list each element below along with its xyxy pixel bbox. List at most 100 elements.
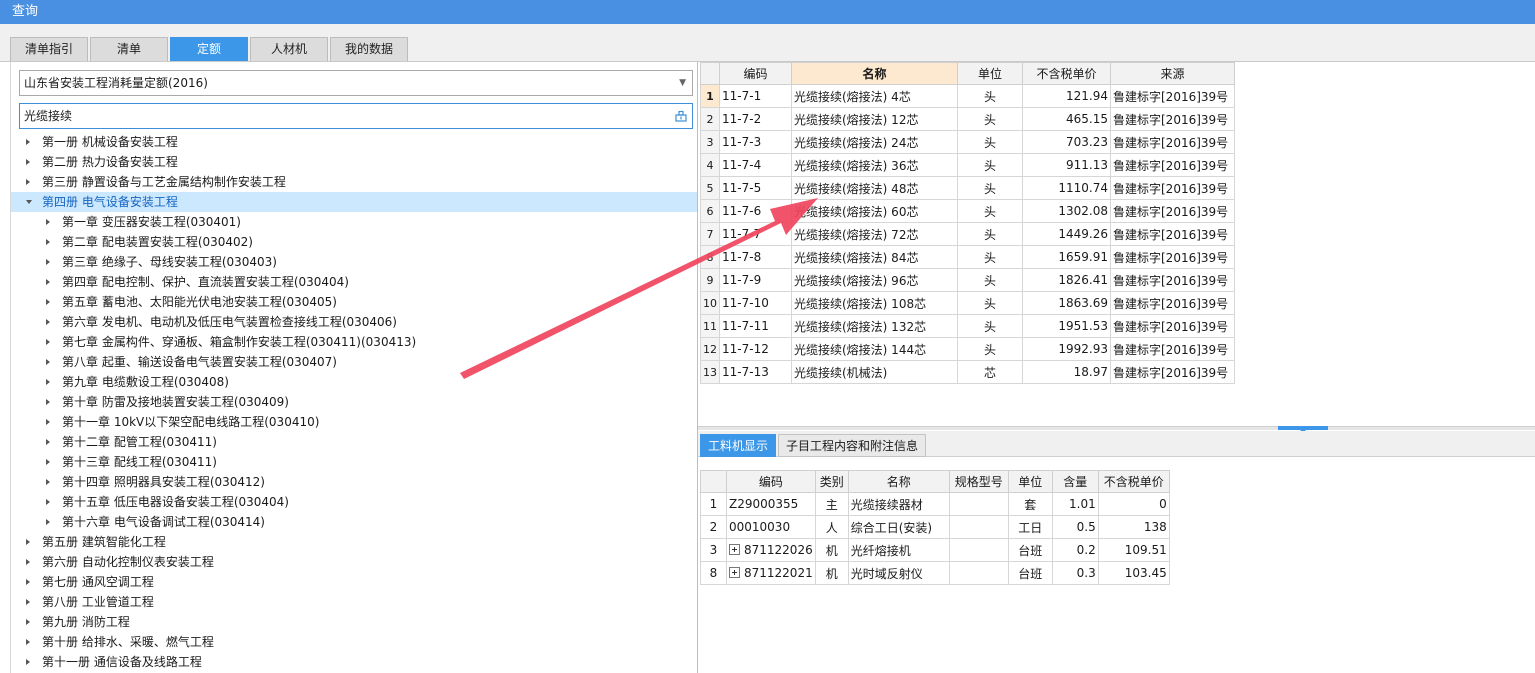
caret-right-icon[interactable] <box>46 399 50 405</box>
caret-right-icon[interactable] <box>46 439 50 445</box>
caret-right-icon[interactable] <box>26 159 30 165</box>
row-number[interactable]: 9 <box>700 268 720 292</box>
quota-source[interactable]: 鲁建标字[2016]39号 <box>1110 337 1235 361</box>
row-number[interactable]: 2 <box>700 107 720 131</box>
quota-code[interactable]: 11-7-6 <box>719 199 792 223</box>
tree-node[interactable]: 第十三章 配线工程(030411) <box>11 452 697 472</box>
row-number[interactable]: 10 <box>700 291 720 315</box>
material-price[interactable]: 0 <box>1097 492 1170 516</box>
tree-node[interactable]: 第三章 绝缘子、母线安装工程(030403) <box>11 252 697 272</box>
quota-code[interactable]: 11-7-4 <box>719 153 792 177</box>
tree-node[interactable]: 第十一章 10kV以下架空配电线路工程(030410) <box>11 412 697 432</box>
caret-right-icon[interactable] <box>46 359 50 365</box>
tree-node[interactable]: 第九册 消防工程 <box>11 612 697 632</box>
quota-code[interactable]: 11-7-10 <box>719 291 792 315</box>
quota-unit[interactable]: 头 <box>957 268 1023 292</box>
tree-node[interactable]: 第一章 变压器安装工程(030401) <box>11 212 697 232</box>
col-header-unit[interactable]: 单位 <box>1007 470 1053 493</box>
quota-unit[interactable]: 头 <box>957 130 1023 154</box>
col-header-unit[interactable]: 单位 <box>957 62 1023 85</box>
quota-source[interactable]: 鲁建标字[2016]39号 <box>1110 153 1235 177</box>
caret-right-icon[interactable] <box>26 619 30 625</box>
tab-bill-guide[interactable]: 清单指引 <box>10 37 88 61</box>
row-number[interactable]: 2 <box>700 515 727 539</box>
quota-unit[interactable]: 头 <box>957 314 1023 338</box>
row-number[interactable]: 6 <box>700 199 720 223</box>
col-header-type[interactable]: 类别 <box>814 470 849 493</box>
quota-name[interactable]: 光缆接续(熔接法) 12芯 <box>791 107 958 131</box>
material-type[interactable]: 机 <box>814 561 849 585</box>
quota-code[interactable]: 11-7-2 <box>719 107 792 131</box>
tree-node[interactable]: 第二册 热力设备安装工程 <box>11 152 697 172</box>
table-row[interactable]: 3 11-7-3 光缆接续(熔接法) 24芯头 703.23 鲁建标字[2016]39号 <box>700 130 1235 154</box>
quota-source[interactable]: 鲁建标字[2016]39号 <box>1110 84 1235 108</box>
material-unit[interactable]: 套 <box>1007 492 1053 516</box>
quota-unit[interactable]: 头 <box>957 199 1023 223</box>
table-row[interactable]: 4 11-7-4 光缆接续(熔接法) 36芯头 911.13 鲁建标字[2016]39号 <box>700 153 1235 177</box>
quota-price[interactable]: 1659.91 <box>1022 245 1111 269</box>
material-spec[interactable] <box>948 538 1009 562</box>
caret-right-icon[interactable] <box>46 519 50 525</box>
material-quantity[interactable]: 0.3 <box>1051 561 1099 585</box>
material-type[interactable]: 主 <box>814 492 849 516</box>
caret-right-icon[interactable] <box>26 559 30 565</box>
caret-right-icon[interactable] <box>46 259 50 265</box>
material-spec[interactable] <box>948 561 1009 585</box>
material-quantity[interactable]: 0.2 <box>1051 538 1099 562</box>
quota-price[interactable]: 703.23 <box>1022 130 1111 154</box>
material-price[interactable]: 109.51 <box>1097 538 1170 562</box>
row-number[interactable]: 7 <box>700 222 720 246</box>
table-row[interactable]: 11 11-7-11 光缆接续(熔接法) 132芯头 1951.53 鲁建标字[2016… <box>700 314 1235 338</box>
tree-node[interactable]: 第七册 通风空调工程 <box>11 572 697 592</box>
col-header-quantity[interactable]: 含量 <box>1051 470 1099 493</box>
tree-node[interactable]: 第四册 电气设备安装工程 <box>11 192 697 212</box>
tab-material-display[interactable]: 工料机显示 <box>700 434 776 457</box>
caret-right-icon[interactable] <box>26 579 30 585</box>
quota-name[interactable]: 光缆接续(熔接法) 24芯 <box>791 130 958 154</box>
table-row[interactable]: 9 11-7-9 光缆接续(熔接法) 96芯头 1826.41 鲁建标字[2016]39… <box>700 268 1235 292</box>
quota-price[interactable]: 1992.93 <box>1022 337 1111 361</box>
table-row[interactable]: 6 11-7-6 光缆接续(熔接法) 60芯头 1302.08 鲁建标字[2016]39… <box>700 199 1235 223</box>
row-number[interactable]: 1 <box>700 84 720 108</box>
table-row[interactable]: 1 Z29000355 主光缆接续器材 套 1.01 0 <box>700 492 1170 516</box>
tree-node[interactable]: 第十六章 电气设备调试工程(030414) <box>11 512 697 532</box>
panel-splitter[interactable] <box>698 426 1535 433</box>
expand-plus-icon[interactable] <box>729 544 740 555</box>
quota-name[interactable]: 光缆接续(熔接法) 144芯 <box>791 337 958 361</box>
quota-price[interactable]: 1449.26 <box>1022 222 1111 246</box>
tree-node[interactable]: 第十一册 通信设备及线路工程 <box>11 652 697 672</box>
tab-quota[interactable]: 定额 <box>170 37 248 61</box>
quota-name[interactable]: 光缆接续(熔接法) 132芯 <box>791 314 958 338</box>
material-price[interactable]: 138 <box>1097 515 1170 539</box>
quota-unit[interactable]: 头 <box>957 107 1023 131</box>
caret-right-icon[interactable] <box>26 539 30 545</box>
col-header-name[interactable]: 名称 <box>847 470 950 493</box>
dropdown-arrow-icon[interactable]: ▼ <box>679 71 686 95</box>
tree-node[interactable]: 第七章 金属构件、穿通板、箱盒制作安装工程(030411)(030413) <box>11 332 697 352</box>
quota-price[interactable]: 1110.74 <box>1022 176 1111 200</box>
table-row[interactable]: 10 11-7-10 光缆接续(熔接法) 108芯头 1863.69 鲁建标字[2016… <box>700 291 1235 315</box>
caret-right-icon[interactable] <box>26 179 30 185</box>
tree-node[interactable]: 第十册 给排水、采暖、燃气工程 <box>11 632 697 652</box>
col-header-code[interactable]: 编码 <box>726 470 816 493</box>
quota-code[interactable]: 11-7-11 <box>719 314 792 338</box>
search-clear-icon[interactable] <box>675 110 687 122</box>
quota-code[interactable]: 11-7-9 <box>719 268 792 292</box>
expand-plus-icon[interactable] <box>729 567 740 578</box>
material-code[interactable]: 00010030 <box>726 515 816 539</box>
caret-right-icon[interactable] <box>46 339 50 345</box>
collapse-handle[interactable] <box>1278 426 1328 433</box>
quota-source[interactable]: 鲁建标字[2016]39号 <box>1110 245 1235 269</box>
quota-name[interactable]: 光缆接续(机械法) <box>791 360 958 384</box>
quota-unit[interactable]: 头 <box>957 291 1023 315</box>
col-header-code[interactable]: 编码 <box>719 62 792 85</box>
quota-name[interactable]: 光缆接续(熔接法) 36芯 <box>791 153 958 177</box>
tree-node[interactable]: 第十四章 照明器具安装工程(030412) <box>11 472 697 492</box>
quota-unit[interactable]: 头 <box>957 176 1023 200</box>
quota-name[interactable]: 光缆接续(熔接法) 60芯 <box>791 199 958 223</box>
quota-name[interactable]: 光缆接续(熔接法) 84芯 <box>791 245 958 269</box>
tree-node[interactable]: 第八章 起重、输送设备电气装置安装工程(030407) <box>11 352 697 372</box>
col-header-name[interactable]: 名称 <box>791 62 958 85</box>
quota-name[interactable]: 光缆接续(熔接法) 48芯 <box>791 176 958 200</box>
material-name[interactable]: 光纤熔接机 <box>847 538 950 562</box>
